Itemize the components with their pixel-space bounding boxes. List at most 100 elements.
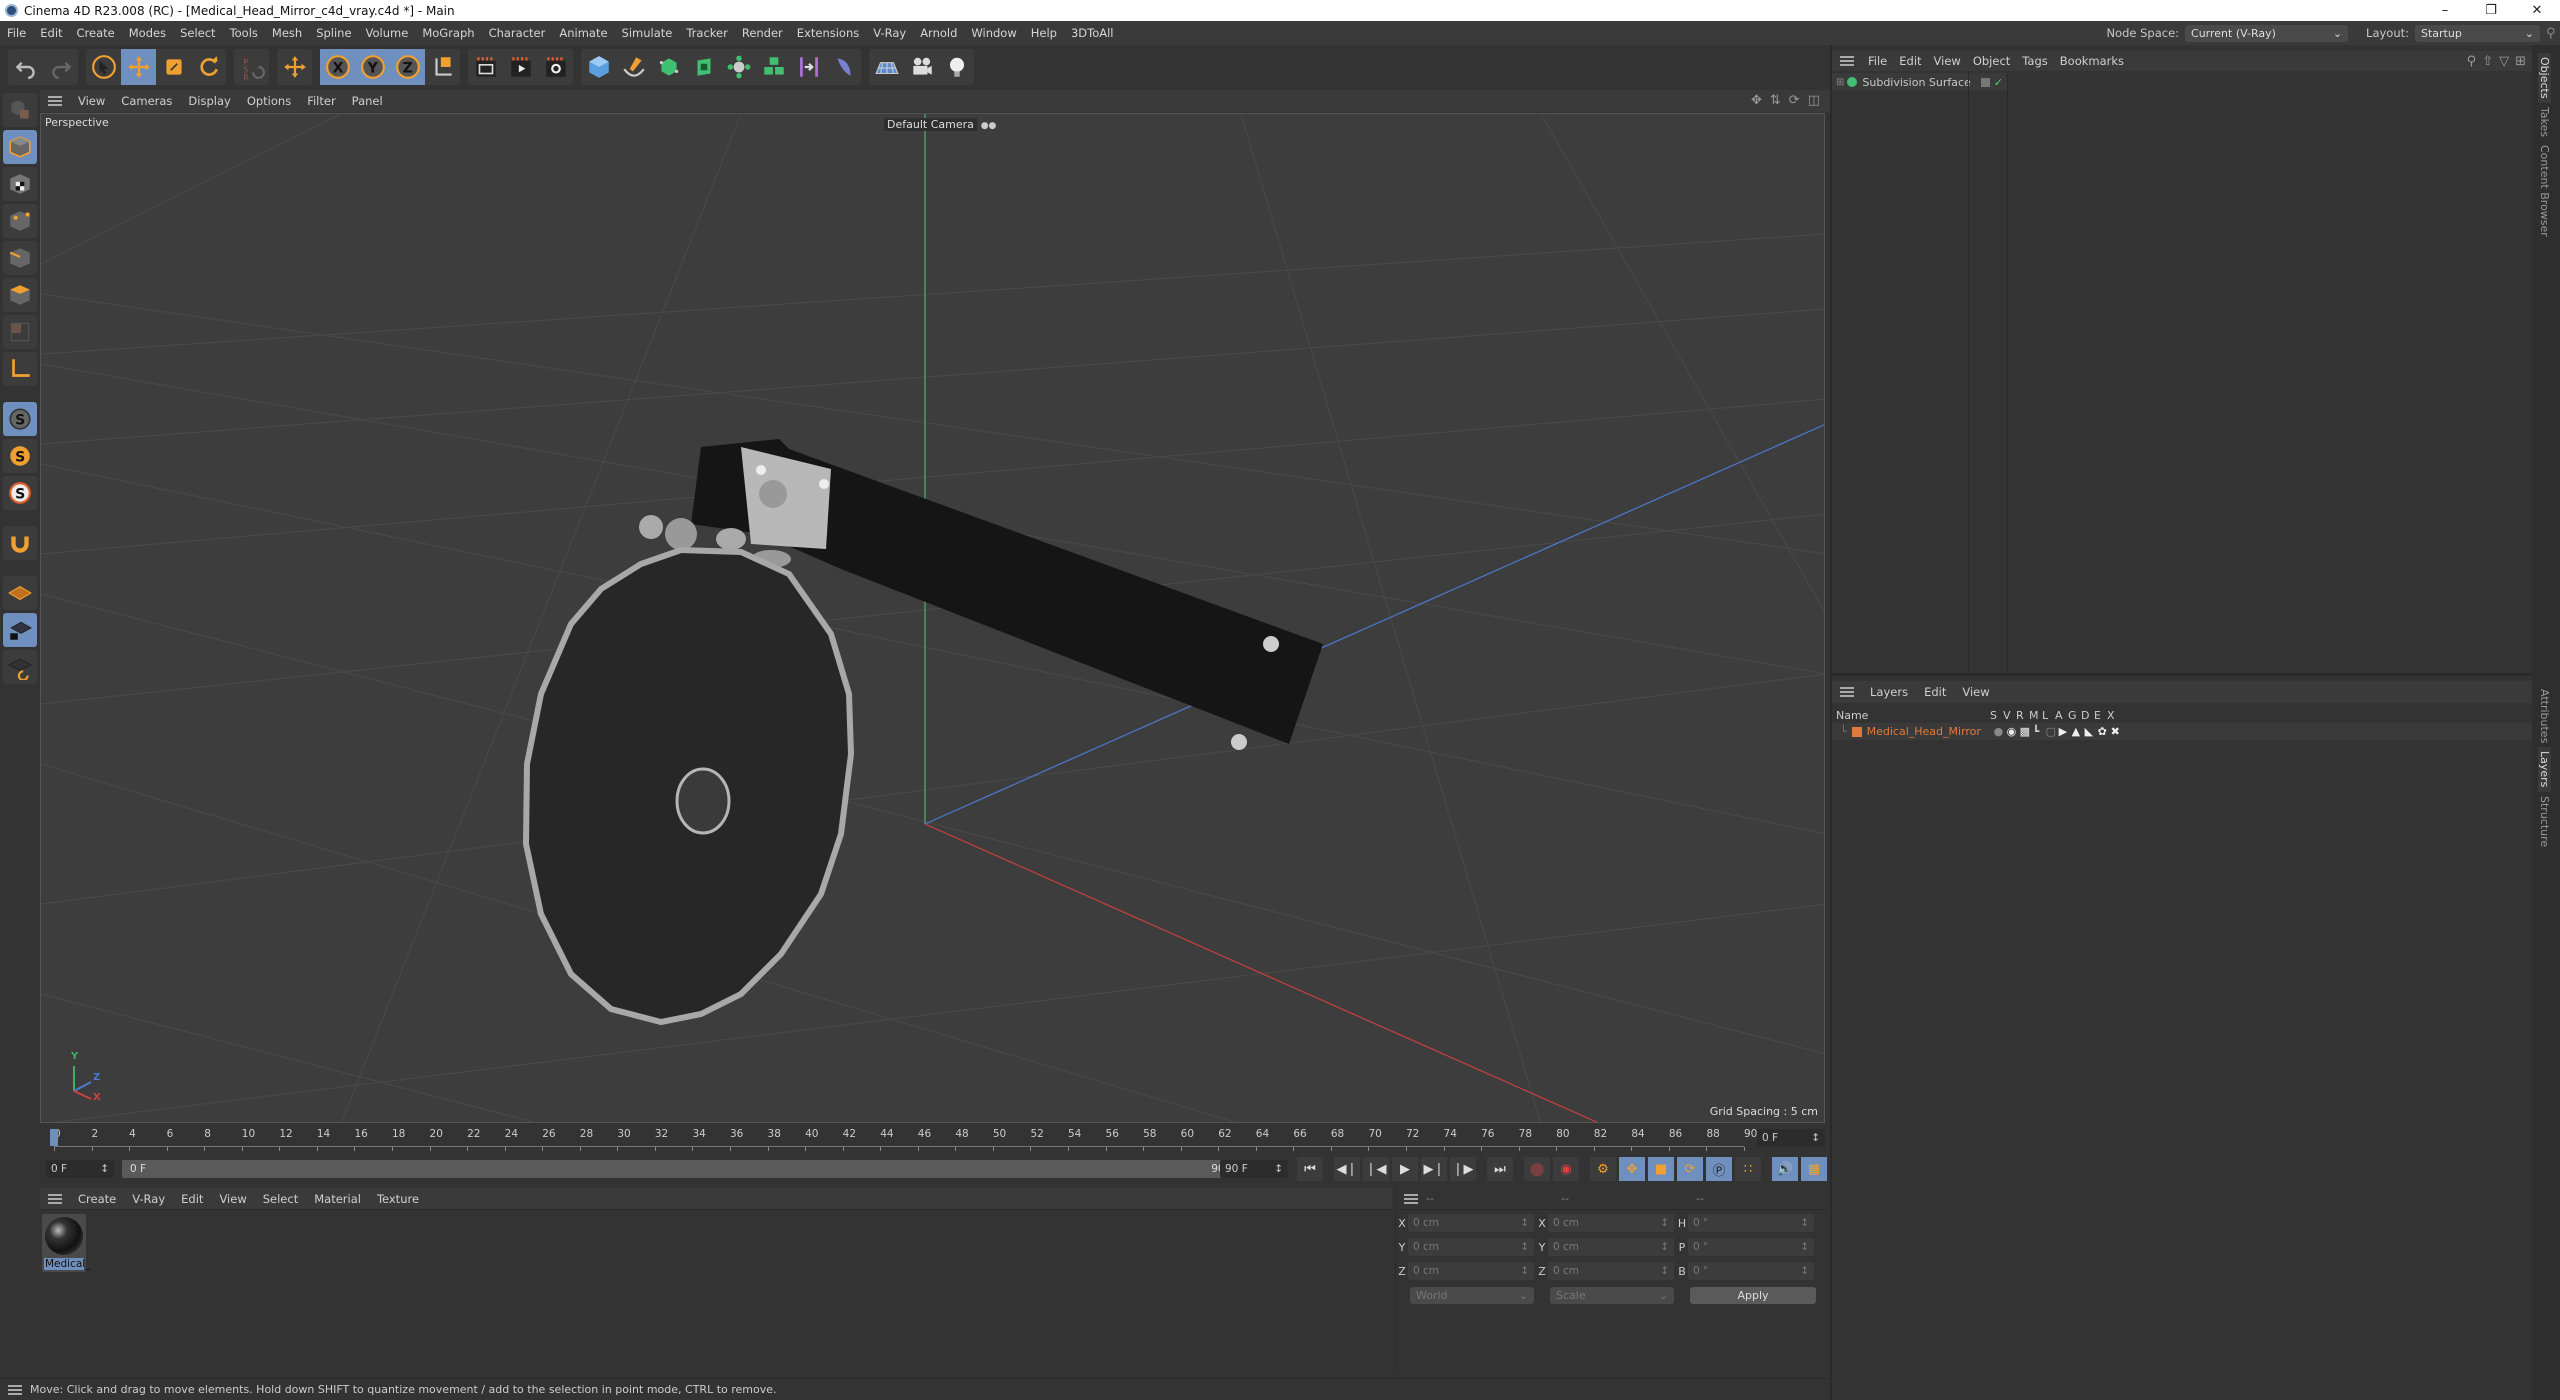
- floor-button[interactable]: [869, 49, 904, 85]
- expand-icon[interactable]: ⊞: [1836, 77, 1844, 88]
- lock-toggle-icon[interactable]: ▢: [2046, 725, 2059, 738]
- menu-mograph[interactable]: MoGraph: [415, 26, 481, 40]
- size-z-field[interactable]: 0 cm ↕: [1548, 1262, 1674, 1280]
- redo-button[interactable]: [43, 49, 78, 85]
- axis-mode-button[interactable]: [3, 352, 37, 386]
- render-view-button[interactable]: [468, 49, 503, 85]
- planar-workplane-button[interactable]: [3, 650, 37, 684]
- snap-button[interactable]: S: [3, 402, 37, 436]
- toggle-layout-icon[interactable]: ◫: [1808, 93, 1820, 108]
- expressions-toggle-icon[interactable]: ✿: [2098, 725, 2111, 738]
- coordinate-system-button[interactable]: [425, 49, 460, 85]
- minimize-button[interactable]: –: [2422, 0, 2468, 21]
- objects-menu-view[interactable]: View: [1928, 54, 1967, 68]
- deformers-toggle-icon[interactable]: ◣: [2085, 725, 2098, 738]
- objects-menu-object[interactable]: Object: [1967, 54, 2016, 68]
- record-button[interactable]: ⬤: [1524, 1157, 1550, 1181]
- layers-menu-layers[interactable]: Layers: [1862, 685, 1916, 699]
- texture-mode-button[interactable]: [3, 167, 37, 201]
- object-row-subdivision-surface[interactable]: ⊞ Subdivision Surface ✓: [1832, 73, 2007, 91]
- snap-workplane-button[interactable]: S: [3, 476, 37, 510]
- objects-menu-file[interactable]: File: [1862, 54, 1893, 68]
- layers-menu-edit[interactable]: Edit: [1916, 685, 1954, 699]
- uv-mode-button[interactable]: [3, 315, 37, 349]
- key-position-button[interactable]: ✥: [1619, 1157, 1645, 1181]
- select-tool-button[interactable]: [86, 49, 121, 85]
- cube-button[interactable]: [581, 49, 616, 85]
- y-axis-lock-button[interactable]: Y: [355, 49, 390, 85]
- menu-mesh[interactable]: Mesh: [265, 26, 309, 40]
- hamburger-menu-icon[interactable]: [48, 96, 62, 106]
- timeline-ruler[interactable]: 0246810121416182022242628303234363840424…: [40, 1126, 1825, 1152]
- array-button[interactable]: [756, 49, 791, 85]
- hamburger-menu-icon[interactable]: [1840, 687, 1854, 697]
- timeline-button[interactable]: ▦: [1801, 1157, 1827, 1181]
- menu-character[interactable]: Character: [482, 26, 553, 40]
- key-scale-button[interactable]: ■: [1648, 1157, 1674, 1181]
- layer-color-swatch[interactable]: [1851, 726, 1862, 737]
- material-menu-vray[interactable]: V-Ray: [124, 1192, 173, 1206]
- viewport-menu-cameras[interactable]: Cameras: [113, 94, 180, 108]
- play-button[interactable]: ▶: [1392, 1157, 1418, 1181]
- menu-tools[interactable]: Tools: [223, 26, 265, 40]
- frame-range-slider[interactable]: 0 F 90 F: [122, 1160, 1242, 1178]
- viewport-menu-options[interactable]: Options: [239, 94, 299, 108]
- material-menu-view[interactable]: View: [211, 1192, 254, 1206]
- cloner-button[interactable]: [721, 49, 756, 85]
- position-x-field[interactable]: 0 cm ↕: [1408, 1214, 1534, 1232]
- z-axis-lock-button[interactable]: Z: [390, 49, 425, 85]
- objects-menu-edit[interactable]: Edit: [1893, 54, 1927, 68]
- menu-file[interactable]: File: [0, 26, 33, 40]
- extrude-button[interactable]: [686, 49, 721, 85]
- position-y-field[interactable]: 0 cm ↕: [1408, 1238, 1534, 1256]
- restore-button[interactable]: ❐: [2468, 0, 2514, 21]
- filter-icon[interactable]: ▽: [2499, 54, 2509, 69]
- polygons-mode-button[interactable]: [3, 278, 37, 312]
- menu-help[interactable]: Help: [1024, 26, 1064, 40]
- previous-key-button[interactable]: ◀❘: [1334, 1157, 1360, 1181]
- last-tool-button[interactable]: [277, 49, 312, 85]
- material-menu-texture[interactable]: Texture: [369, 1192, 427, 1206]
- node-space-dropdown[interactable]: Current (V-Ray) ⌄: [2185, 24, 2349, 42]
- add-panel-icon[interactable]: ⊞: [2515, 54, 2526, 69]
- next-key-button[interactable]: ❘▶: [1450, 1157, 1476, 1181]
- viewport-menu-filter[interactable]: Filter: [299, 94, 343, 108]
- move-tool-button[interactable]: [121, 49, 156, 85]
- rotation-h-field[interactable]: 0 ° ↕: [1688, 1214, 1814, 1232]
- enabled-check-icon[interactable]: ✓: [1994, 76, 2003, 89]
- x-axis-lock-button[interactable]: X: [320, 49, 355, 85]
- apply-button[interactable]: Apply: [1690, 1286, 1816, 1304]
- menu-volume[interactable]: Volume: [359, 26, 416, 40]
- up-arrow-icon[interactable]: ⇧: [2482, 54, 2493, 69]
- rotate-tool-button[interactable]: [191, 49, 226, 85]
- undo-button[interactable]: [8, 49, 43, 85]
- size-y-field[interactable]: 0 cm ↕: [1548, 1238, 1674, 1256]
- workplane-button[interactable]: [3, 576, 37, 610]
- coordinate-space-dropdown[interactable]: World ⌄: [1410, 1286, 1534, 1304]
- dolly-view-icon[interactable]: ⇅: [1770, 93, 1781, 108]
- visibility-toggle-icon[interactable]: [1980, 77, 1990, 87]
- view-toggle-icon[interactable]: ◉: [2007, 725, 2020, 738]
- light-button[interactable]: [939, 49, 974, 85]
- material-menu-select[interactable]: Select: [255, 1192, 306, 1206]
- model-mode-button[interactable]: [3, 130, 37, 164]
- previous-frame-button[interactable]: ❘◀: [1363, 1157, 1389, 1181]
- points-mode-button[interactable]: [3, 204, 37, 238]
- menu-create[interactable]: Create: [70, 26, 122, 40]
- psr-button[interactable]: PSR: [234, 49, 269, 85]
- rotate-view-icon[interactable]: ⟳: [1789, 93, 1800, 108]
- subdivision-button[interactable]: [651, 49, 686, 85]
- material-swatch[interactable]: Medical_: [42, 1214, 90, 1272]
- search-icon[interactable]: ⚲: [2546, 26, 2560, 41]
- playhead[interactable]: [50, 1129, 58, 1146]
- scale-tool-button[interactable]: [156, 49, 191, 85]
- tab-layers[interactable]: Layers: [2538, 747, 2551, 792]
- tab-attributes[interactable]: Attributes: [2538, 685, 2551, 747]
- menu-spline[interactable]: Spline: [309, 26, 358, 40]
- layers-menu-view[interactable]: View: [1954, 685, 1997, 699]
- hamburger-menu-icon[interactable]: [1840, 56, 1854, 66]
- key-pla-button[interactable]: ∷: [1735, 1157, 1761, 1181]
- pan-view-icon[interactable]: ✥: [1751, 93, 1762, 108]
- material-menu-create[interactable]: Create: [70, 1192, 124, 1206]
- keyframe-selection-button[interactable]: ⚙: [1590, 1157, 1616, 1181]
